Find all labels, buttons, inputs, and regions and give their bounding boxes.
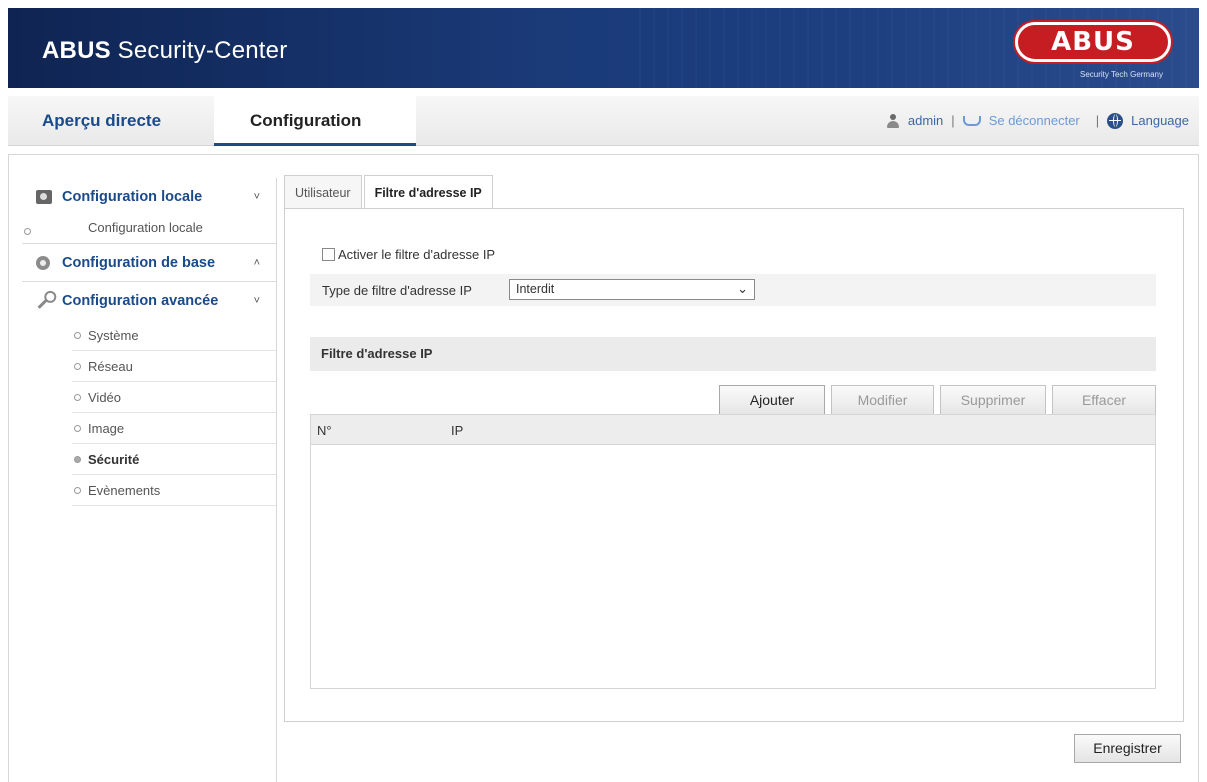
logout-link[interactable]: Se déconnecter	[989, 96, 1080, 146]
sidebar-group-label: Configuration avancée	[62, 293, 219, 309]
app-header: ABUS Security-Center ABUS Security Tech …	[8, 8, 1199, 88]
save-button[interactable]: Enregistrer	[1074, 734, 1181, 763]
sidebar-group-configuration-de-base[interactable]: Configuration de base ˄	[22, 244, 276, 282]
chevron-down-icon: ⌄	[737, 281, 748, 296]
globe-icon	[1107, 113, 1124, 129]
chevron-up-icon: ˄	[253, 257, 260, 269]
logo-subtitle: Security Tech Germany	[1080, 70, 1163, 79]
filter-type-label: Type de filtre d'adresse IP	[322, 283, 472, 298]
wrench-icon	[37, 294, 53, 309]
clear-button[interactable]: Effacer	[1052, 385, 1156, 415]
sidebar-item-image[interactable]: Image	[72, 413, 276, 444]
language-link[interactable]: Language	[1131, 96, 1189, 146]
add-button[interactable]: Ajouter	[719, 385, 825, 415]
tab-apercu-directe[interactable]: Aperçu directe	[12, 96, 191, 146]
chevron-down-icon: ˅	[253, 295, 260, 307]
table-header: N° IP	[311, 415, 1155, 445]
sidebar-group-label: Configuration de base	[62, 255, 216, 271]
enable-filter-checkbox[interactable]	[322, 248, 335, 261]
enable-filter-label: Activer le filtre d'adresse IP	[338, 247, 496, 262]
camera-icon	[36, 190, 52, 204]
column-header-no: N°	[317, 423, 332, 438]
modify-button[interactable]: Modifier	[831, 385, 934, 415]
gear-icon	[36, 256, 50, 270]
tab-configuration[interactable]: Configuration	[214, 96, 416, 146]
sidebar-item-reseau[interactable]: Réseau	[72, 351, 276, 382]
sidebar: Configuration locale ˅ Configuration loc…	[22, 178, 276, 506]
user-bar: admin | Se déconnecter | Language	[886, 96, 1189, 146]
column-header-ip: IP	[451, 423, 464, 438]
sub-tabs: Utilisateur Filtre d'adresse IP	[284, 175, 495, 210]
chevron-down-icon: ˅	[253, 191, 260, 203]
username-link[interactable]: admin	[908, 96, 943, 146]
user-icon	[886, 114, 900, 128]
delete-button[interactable]: Supprimer	[940, 385, 1046, 415]
tab-filtre-adresse-ip[interactable]: Filtre d'adresse IP	[363, 175, 493, 210]
sidebar-divider	[276, 178, 277, 782]
sidebar-group-configuration-avancee[interactable]: Configuration avancée ˅	[22, 282, 276, 320]
separator: |	[1095, 113, 1100, 128]
enable-filter-row: Activer le filtre d'adresse IP	[322, 247, 495, 262]
sidebar-item-systeme[interactable]: Système	[72, 320, 276, 351]
top-nav: Aperçu directe Configuration admin | Se …	[8, 96, 1199, 146]
app-title: ABUS Security-Center	[42, 37, 288, 64]
sidebar-group-label: Configuration locale	[62, 189, 203, 205]
ip-filter-table: N° IP	[310, 414, 1156, 689]
filter-type-select[interactable]: Interdit ⌄	[509, 279, 755, 300]
sidebar-item-video[interactable]: Vidéo	[72, 382, 276, 413]
sidebar-item-securite[interactable]: Sécurité	[72, 444, 276, 475]
logout-icon	[962, 116, 981, 126]
sidebar-item-evenements[interactable]: Evènements	[72, 475, 276, 506]
filter-type-row: Type de filtre d'adresse IP Interdit ⌄	[310, 274, 1156, 306]
tab-utilisateur[interactable]: Utilisateur	[284, 175, 362, 209]
abus-logo: ABUS	[1015, 22, 1171, 62]
sidebar-item-configuration-locale[interactable]: Configuration locale	[22, 216, 276, 244]
ip-filter-section-title: Filtre d'adresse IP	[310, 337, 1156, 371]
sidebar-group-configuration-locale[interactable]: Configuration locale ˅	[22, 178, 276, 216]
separator: |	[951, 113, 955, 128]
filter-type-value: Interdit	[516, 282, 555, 296]
